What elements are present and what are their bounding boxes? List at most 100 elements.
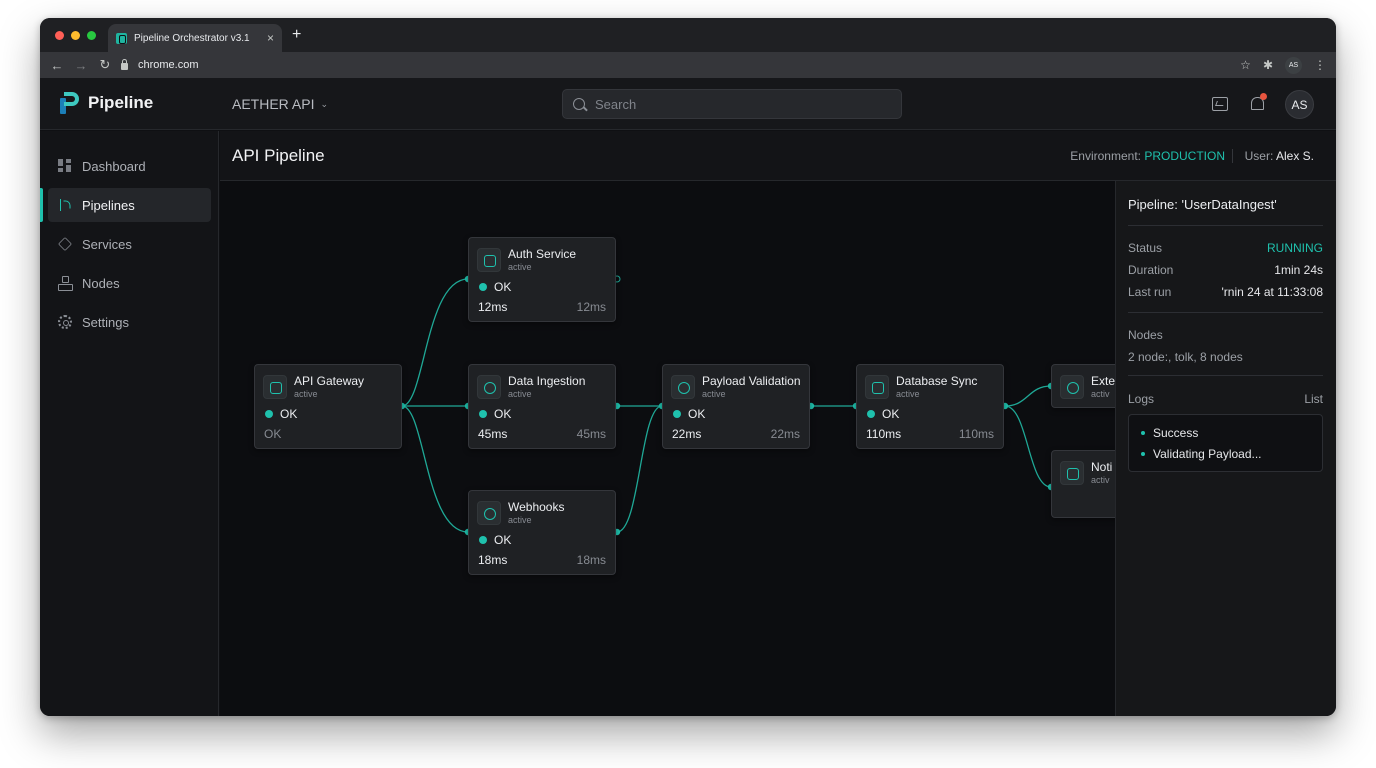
sidebar-item-settings[interactable]: Settings [48, 305, 211, 339]
app-header: Pipeline AETHER API ⌄ AS [40, 78, 1336, 130]
log-bullet [1141, 452, 1145, 456]
current-user: User: Alex S. [1231, 149, 1314, 163]
node-state: active [508, 515, 532, 525]
node-auth-service[interactable]: Auth Service active OK 12ms 12ms [468, 237, 616, 322]
pipeline-canvas[interactable]: API Gateway active OK OK Auth Service ac… [220, 181, 1115, 716]
pipeline-logo-icon [60, 92, 80, 114]
sidebar-item-dashboard[interactable]: Dashboard [48, 149, 211, 183]
status-label: Status [1128, 241, 1163, 255]
edge-gateway-auth [401, 278, 469, 407]
node-api-gateway[interactable]: API Gateway active OK OK [254, 364, 402, 449]
minimize-window-button[interactable] [71, 31, 80, 40]
node-title: Auth Service [508, 247, 577, 261]
monitor-icon[interactable] [1212, 97, 1228, 111]
nodes-summary: 2 node:, tolk, 8 nodes [1128, 350, 1243, 364]
environment-value: PRODUCTION [1144, 149, 1225, 163]
node-title: Payload Validation [702, 374, 801, 388]
log-bullet [1141, 431, 1145, 435]
node-external[interactable]: Exte activ [1051, 364, 1115, 408]
node-latency: 45ms [478, 427, 508, 441]
favicon-icon [116, 32, 127, 44]
status-dot [479, 536, 487, 544]
edge-gateway-webhooks [401, 405, 469, 533]
node-webhooks[interactable]: Webhooks active OK 18ms 18ms [468, 490, 616, 575]
bookmark-star-icon[interactable]: ☆ [1240, 58, 1251, 72]
node-notifications[interactable]: Noti activ [1051, 450, 1115, 518]
node-data-ingestion[interactable]: Data Ingestion active OK 45ms 45ms [468, 364, 616, 449]
node-latency: 12ms [478, 300, 508, 314]
node-state: activ [1091, 389, 1110, 399]
project-selector[interactable]: AETHER API ⌄ [232, 96, 328, 112]
node-title: Data Ingestion [508, 374, 586, 388]
sidebar: Dashboard Pipelines Services Nodes Setti… [40, 131, 219, 716]
node-latency: 18ms [478, 553, 508, 567]
browser-menu-icon[interactable]: ⋮ [1314, 58, 1326, 72]
toolbar-actions: ☆ ✱ AS ⋮ [1240, 56, 1336, 74]
webhook-icon [477, 501, 501, 525]
sidebar-item-pipelines[interactable]: Pipelines [40, 188, 211, 222]
forward-icon[interactable]: → [69, 58, 93, 73]
node-title: API Gateway [294, 374, 365, 388]
node-status-text: OK [280, 407, 298, 421]
node-payload-validation[interactable]: Payload Validation active OK 22ms 22ms [662, 364, 810, 449]
log-entry: Success [1141, 426, 1198, 440]
address-bar[interactable]: chrome.com [121, 58, 199, 71]
node-status: OK [265, 407, 297, 421]
search-box[interactable] [562, 89, 902, 119]
divider [1128, 312, 1323, 313]
node-status-text: OK [494, 407, 512, 421]
node-state: active [508, 389, 532, 399]
check-circle-icon [671, 375, 695, 399]
node-database-sync[interactable]: Database Sync active OK 110ms 110ms [856, 364, 1004, 449]
notification-badge [1260, 93, 1267, 100]
log-entry: Validating Payload... [1141, 447, 1262, 461]
extensions-icon[interactable]: ✱ [1263, 58, 1273, 72]
status-dot [867, 410, 875, 418]
close-window-button[interactable] [55, 31, 64, 40]
status-dot [673, 410, 681, 418]
node-latency-secondary: 45ms [576, 427, 606, 441]
node-status-text: OK [494, 280, 512, 294]
nodes-label: Nodes [1128, 328, 1163, 342]
sidebar-item-label: Nodes [82, 275, 120, 291]
branch-icon [58, 198, 72, 212]
panel-title: Pipeline: 'UserDataIngest' [1128, 197, 1277, 212]
node-state: active [702, 389, 726, 399]
node-latency: 22ms [672, 427, 702, 441]
duration-label: Duration [1128, 263, 1174, 277]
logs-box: Success Validating Payload... [1128, 414, 1323, 472]
duration-row: Duration 1min 24s [1128, 263, 1323, 277]
logs-list-link[interactable]: List [1304, 392, 1323, 406]
user-label: User: [1244, 149, 1276, 163]
node-state: active [508, 262, 532, 272]
status-dot [479, 283, 487, 291]
bell-icon [1060, 461, 1084, 485]
maximize-window-button[interactable] [87, 31, 96, 40]
edge-dbsync-external [1004, 385, 1052, 407]
node-metric: OK [264, 427, 282, 441]
logs-label: Logs [1128, 392, 1155, 406]
node-state: active [896, 389, 920, 399]
globe-icon [1060, 375, 1084, 399]
sidebar-item-services[interactable]: Services [48, 227, 211, 261]
new-tab-button[interactable]: + [292, 27, 301, 43]
last-run-value: 'rnin 24 at 11:33:08 [1221, 285, 1323, 299]
divider [1128, 375, 1323, 376]
node-latency-secondary: 110ms [958, 427, 994, 441]
profile-avatar[interactable]: AS [1285, 56, 1302, 74]
search-input[interactable] [595, 96, 875, 112]
ingestion-icon [477, 375, 501, 399]
browser-tab[interactable]: Pipeline Orchestrator v3.1 × [108, 24, 282, 52]
environment-label: Environment: [1070, 149, 1145, 163]
browser-toolbar: ← → ↻ chrome.com ☆ ✱ AS ⋮ [40, 52, 1336, 78]
back-icon[interactable]: ← [45, 58, 69, 73]
tab-close-icon[interactable]: × [267, 31, 274, 45]
avatar[interactable]: AS [1285, 90, 1314, 119]
node-status-text: OK [882, 407, 900, 421]
app-logo[interactable]: Pipeline [60, 92, 153, 114]
nodes-icon [58, 276, 73, 291]
reload-icon[interactable]: ↻ [93, 57, 117, 73]
sidebar-item-nodes[interactable]: Nodes [48, 266, 211, 300]
node-status-text: OK [494, 533, 512, 547]
node-status: OK [479, 407, 511, 421]
